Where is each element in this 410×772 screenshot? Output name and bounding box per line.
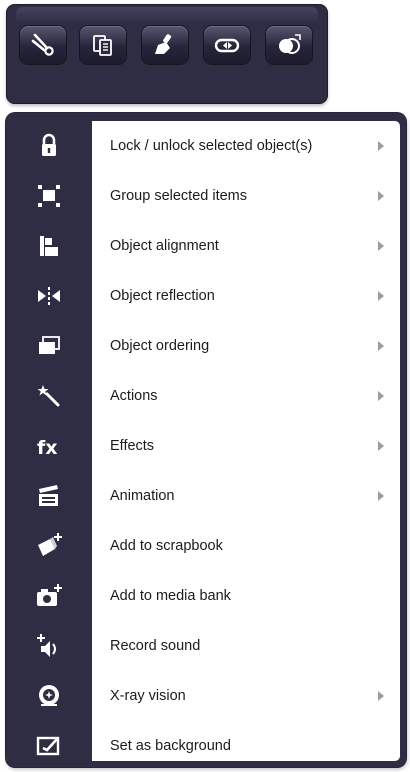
submenu-arrow-icon — [378, 341, 384, 351]
copy-button[interactable] — [80, 26, 126, 64]
transparency-button[interactable] — [266, 26, 312, 64]
menu-item-effects[interactable]: fx Effects — [6, 421, 400, 471]
menu-item-add-to-scrapbook[interactable]: Add to scrapbook — [6, 521, 400, 571]
menu-item-label: Object ordering — [110, 338, 210, 354]
align-icon — [6, 221, 92, 271]
submenu-arrow-icon — [378, 391, 384, 401]
menu-list: Lock / unlock selected object(s) Group s… — [36, 121, 400, 761]
menu-item-set-as-background[interactable]: Set as background — [6, 721, 400, 767]
clapperboard-icon — [6, 471, 92, 521]
submenu-arrow-icon — [378, 291, 384, 301]
magic-wand-icon — [6, 371, 92, 421]
context-menu: Lock / unlock selected object(s) Group s… — [6, 113, 406, 767]
xray-icon — [6, 671, 92, 721]
menu-item-label: Object reflection — [110, 288, 215, 304]
toolbar-sheen — [16, 7, 318, 23]
fx-icon: fx — [6, 421, 92, 471]
submenu-arrow-icon — [378, 691, 384, 701]
menu-item-label: Animation — [110, 488, 175, 504]
order-icon — [6, 321, 92, 371]
submenu-arrow-icon — [378, 241, 384, 251]
paste-button[interactable] — [142, 26, 188, 64]
menu-item-add-to-media-bank[interactable]: Add to media bank — [6, 571, 400, 621]
submenu-arrow-icon — [378, 191, 384, 201]
menu-item-xray-vision[interactable]: X-ray vision — [6, 671, 400, 721]
menu-item-record-sound[interactable]: Record sound — [6, 621, 400, 671]
menu-item-ordering[interactable]: Object ordering — [6, 321, 400, 371]
menu-item-actions[interactable]: Actions — [6, 371, 400, 421]
menu-item-label: Group selected items — [110, 188, 248, 204]
background-icon — [6, 721, 92, 767]
svg-text:fx: fx — [37, 437, 58, 459]
quick-toolbar — [6, 4, 328, 104]
menu-item-label: Add to scrapbook — [110, 538, 223, 554]
menu-item-group[interactable]: Group selected items — [6, 171, 400, 221]
cut-button[interactable] — [20, 26, 66, 64]
menu-item-label: X-ray vision — [110, 688, 186, 704]
link-button[interactable] — [204, 26, 250, 64]
camera-add-icon — [6, 571, 92, 621]
menu-item-label: Record sound — [110, 638, 201, 654]
submenu-arrow-icon — [378, 141, 384, 151]
group-icon — [6, 171, 92, 221]
transparency-icon — [279, 34, 301, 54]
paste-brush-icon — [155, 34, 172, 54]
menu-item-label: Actions — [110, 388, 158, 404]
menu-item-label: Effects — [110, 438, 155, 454]
scrapbook-add-icon — [6, 521, 92, 571]
menu-item-label: Set as background — [110, 738, 231, 754]
menu-item-label: Object alignment — [110, 238, 219, 254]
menu-item-animation[interactable]: Animation — [6, 471, 400, 521]
link-icon — [214, 38, 240, 53]
record-sound-icon — [6, 621, 92, 671]
submenu-arrow-icon — [378, 441, 384, 451]
menu-item-label: Lock / unlock selected object(s) — [110, 138, 313, 154]
copy-icon — [93, 35, 112, 56]
lock-icon — [6, 121, 92, 171]
menu-item-reflection[interactable]: Object reflection — [6, 271, 400, 321]
scissors-icon — [31, 33, 54, 56]
reflect-icon — [6, 271, 92, 321]
menu-item-lock-unlock[interactable]: Lock / unlock selected object(s) — [6, 121, 400, 171]
menu-item-label: Add to media bank — [110, 588, 231, 604]
menu-item-alignment[interactable]: Object alignment — [6, 221, 400, 271]
submenu-arrow-icon — [378, 491, 384, 501]
